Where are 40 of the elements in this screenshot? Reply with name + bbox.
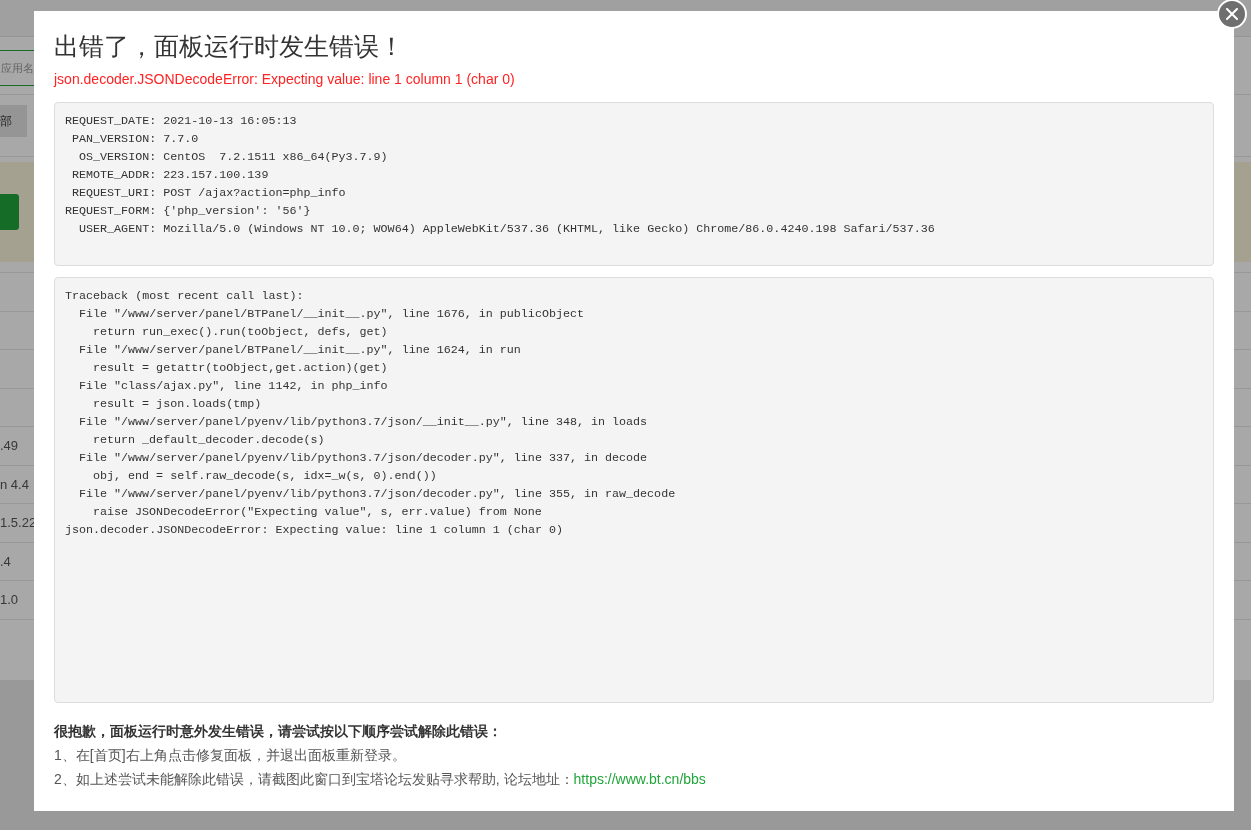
info-label: REMOTE_ADDR:: [72, 167, 157, 184]
traceback-location: File "/www/server/panel/pyenv/lib/python3.7/json/decoder.py", line 355, in raw_decode: [79, 486, 676, 503]
traceback-location: File "/www/server/panel/BTPanel/__init__.py", line 1676, in publicObject: [79, 306, 584, 323]
info-label: OS_VERSION:: [79, 149, 157, 166]
traceback-code: obj, end = self.raw_decode(s, idx=_w(s, 0).end()): [93, 468, 437, 485]
table-cell: .49: [0, 438, 19, 454]
info-value: {'php_version': '56'}: [163, 203, 311, 220]
table-cell: .4: [0, 553, 11, 569]
close-icon: [1226, 8, 1238, 20]
info-label: REQUEST_URI:: [72, 185, 157, 202]
traceback-location: File "/www/server/panel/BTPanel/__init__.py", line 1624, in run: [79, 342, 521, 359]
dialog-title: 出错了，面板运行时发生错误！: [54, 31, 404, 61]
info-value: 2021-10-13 16:05:13: [163, 113, 297, 130]
traceback-code: result = getattr(toObject,get.action)(get): [93, 360, 388, 377]
traceback-location: File "class/ajax.py", line 1142, in php_info: [79, 378, 388, 395]
traceback-header: Traceback (most recent call last):: [65, 288, 304, 305]
help-step: 1、在[首页]右上角点击修复面板，并退出面板重新登录。: [54, 743, 406, 767]
traceback-code: raise JSONDecodeError("Expecting value", s, err.value) from None: [93, 504, 542, 521]
info-value: Mozilla/5.0 (Windows NT 10.0; WOW64) AppleWebKit/537.36 (KHTML, like Gecko) Chrome/86.0.4240.198 Safari/537.36: [163, 221, 935, 238]
info-label: PAN_VERSION:: [72, 131, 157, 148]
help-step: 2、如上述尝试未能解除此错误，请截图此窗口到宝塔论坛发贴寻求帮助, 论坛地址：https://www.bt.cn/bbs: [54, 767, 706, 791]
info-value: POST /ajax?action=php_info: [163, 185, 346, 202]
table-cell: n 4.4: [0, 476, 29, 492]
info-label: REQUEST_DATE:: [65, 113, 157, 130]
filter-button[interactable]: 部: [0, 105, 27, 137]
info-label: USER_AGENT:: [79, 221, 157, 238]
info-label: REQUEST_FORM:: [65, 203, 157, 220]
traceback-code: result = json.loads(tmp): [93, 396, 262, 413]
error-message: json.decoder.JSONDecodeError: Expecting value: line 1 column 1 (char 0): [54, 70, 515, 89]
traceback-code: return _default_decoder.decode(s): [93, 432, 325, 449]
info-value: 7.7.0: [163, 131, 199, 148]
help-heading: 很抱歉，面板运行时意外发生错误，请尝试按以下顺序尝试解除此错误：: [54, 722, 502, 741]
traceback-location: File "/www/server/panel/pyenv/lib/python3.7/json/__init__.py", line 348, in loads: [79, 414, 648, 431]
forum-link[interactable]: https://www.bt.cn/bbs: [573, 771, 706, 787]
info-value: 223.157.100.139: [163, 167, 269, 184]
info-value: CentOS 7.2.1511 x86_64(Py3.7.9): [163, 149, 388, 166]
table-cell: 1.0: [0, 592, 19, 608]
traceback-code: return run_exec().run(toObject, defs, get): [93, 324, 388, 341]
traceback-error: json.decoder.JSONDecodeError: Expecting value: line 1 column 1 (char 0): [65, 522, 563, 539]
traceback-location: File "/www/server/panel/pyenv/lib/python3.7/json/decoder.py", line 337, in decode: [79, 450, 648, 467]
